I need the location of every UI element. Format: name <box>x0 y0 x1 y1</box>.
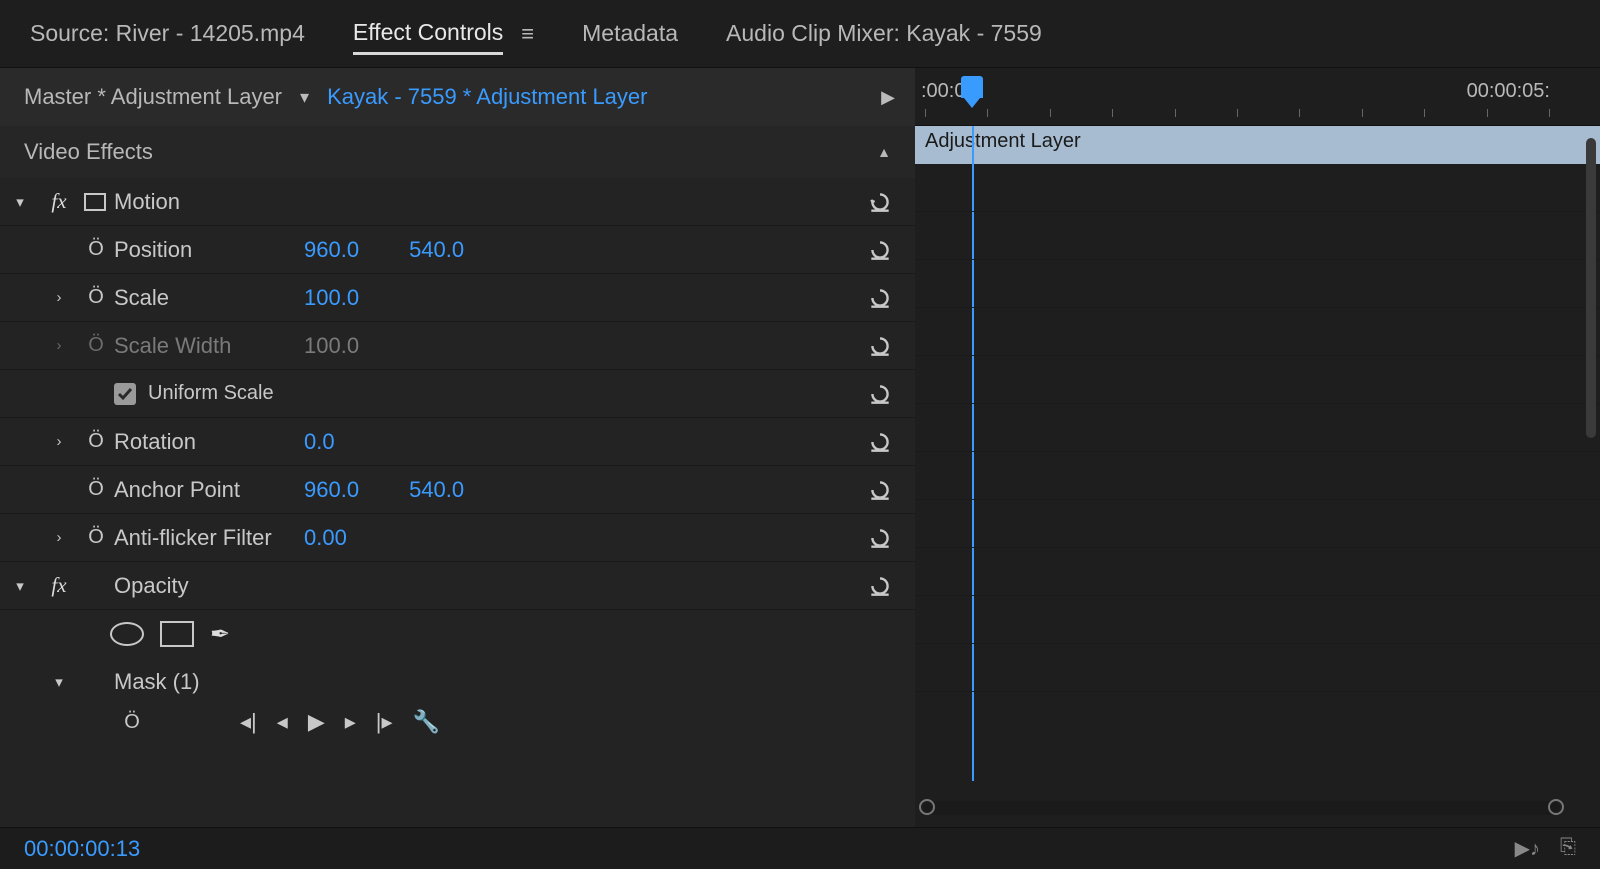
tab-audio-clip-mixer[interactable]: Audio Clip Mixer: Kayak - 7559 <box>726 14 1042 53</box>
chevron-right-icon[interactable]: › <box>57 529 62 546</box>
stopwatch-icon[interactable]: Ö <box>124 711 140 734</box>
ellipse-mask-button[interactable] <box>110 622 144 646</box>
reset-button[interactable] <box>855 573 905 599</box>
chevron-down-icon[interactable]: ▾ <box>16 193 24 211</box>
scale-value[interactable]: 100.0 <box>304 285 359 311</box>
playhead[interactable] <box>961 76 983 98</box>
anchor-y-value[interactable]: 540.0 <box>409 477 464 503</box>
breadcrumb-master[interactable]: Master * Adjustment Layer <box>0 84 282 110</box>
mask-path-row: Ö ◂| ◂ ▶ ▸ |▸ 🔧 <box>0 706 915 738</box>
stopwatch-icon[interactable]: Ö <box>88 238 104 261</box>
ruler-ticks <box>925 109 1550 119</box>
video-effects-header[interactable]: Video Effects ▲ <box>0 126 915 178</box>
pen-mask-button[interactable]: ✒ <box>210 620 230 649</box>
tab-metadata[interactable]: Metadata <box>582 14 678 53</box>
video-effects-label: Video Effects <box>24 139 153 165</box>
chevron-right-icon[interactable]: › <box>57 289 62 306</box>
prev-keyframe-icon[interactable]: ◂| <box>240 709 257 735</box>
property-rotation: › Ö Rotation 0.0 <box>0 418 915 466</box>
mask-shape-tools: ✒ <box>0 610 915 658</box>
ruler-end-time: 00:00:05: <box>1467 80 1550 103</box>
effect-opacity[interactable]: ▾ fx Opacity <box>0 562 915 610</box>
reset-button[interactable] <box>855 333 905 359</box>
play-icon[interactable]: ▶ <box>881 87 915 108</box>
wrench-icon[interactable]: 🔧 <box>413 709 440 735</box>
scale-label: Scale <box>114 285 304 311</box>
panel-footer: 00:00:00:13 ▶♪ ⎘ <box>0 827 1600 869</box>
reset-button[interactable] <box>855 189 905 215</box>
rotation-label: Rotation <box>114 429 304 455</box>
toggle-timeline-icon[interactable]: ▶♪ <box>1515 836 1540 861</box>
anchor-point-label: Anchor Point <box>114 477 304 503</box>
property-scale: › Ö Scale 100.0 <box>0 274 915 322</box>
chevron-right-icon[interactable]: › <box>57 433 62 450</box>
position-y-value[interactable]: 540.0 <box>409 237 464 263</box>
effect-motion[interactable]: ▾ fx Motion <box>0 178 915 226</box>
uniform-scale-checkbox[interactable] <box>114 383 136 405</box>
current-timecode[interactable]: 00:00:00:13 <box>24 836 140 862</box>
stopwatch-icon[interactable]: Ö <box>88 478 104 501</box>
horizontal-scrollbar[interactable] <box>923 801 1560 815</box>
tab-source[interactable]: Source: River - 14205.mp4 <box>30 14 305 53</box>
property-uniform-scale: Uniform Scale <box>0 370 915 418</box>
property-position: Ö Position 960.0 540.0 <box>0 226 915 274</box>
fx-badge[interactable]: fx <box>51 573 66 598</box>
scroll-handle-right[interactable] <box>1548 799 1564 815</box>
tab-effect-controls[interactable]: Effect Controls <box>353 13 503 55</box>
property-anchor-point: Ö Anchor Point 960.0 540.0 <box>0 466 915 514</box>
export-icon[interactable]: ⎘ <box>1560 836 1576 861</box>
chevron-down-icon[interactable]: ▾ <box>55 673 63 691</box>
scroll-handle-left[interactable] <box>919 799 935 815</box>
timeline-area: :00:00 00:00:05: Adjustment Layer <box>915 68 1600 827</box>
anti-flicker-value[interactable]: 0.00 <box>304 525 347 551</box>
scale-width-value: 100.0 <box>304 333 359 359</box>
clip-breadcrumb: Master * Adjustment Layer ▾ Kayak - 7559… <box>0 68 915 126</box>
chevron-down-icon[interactable]: ▾ <box>16 577 24 595</box>
stopwatch-icon[interactable]: Ö <box>88 430 104 453</box>
mask-group[interactable]: ▾ Mask (1) <box>0 658 915 706</box>
time-ruler[interactable]: :00:00 00:00:05: <box>915 68 1600 126</box>
motion-label: Motion <box>114 189 304 215</box>
reset-button[interactable] <box>855 525 905 551</box>
next-keyframe-icon[interactable]: |▸ <box>376 709 393 735</box>
timeline-clip[interactable]: Adjustment Layer <box>915 126 1600 164</box>
rectangle-mask-button[interactable] <box>160 621 194 647</box>
opacity-label: Opacity <box>114 573 304 599</box>
rotation-value[interactable]: 0.0 <box>304 429 335 455</box>
reset-button[interactable] <box>855 477 905 503</box>
reset-button[interactable] <box>855 429 905 455</box>
fx-badge[interactable]: fx <box>51 189 66 214</box>
breadcrumb-dropdown-icon[interactable]: ▾ <box>282 87 327 108</box>
panel-tabs: Source: River - 14205.mp4 Effect Control… <box>0 0 1600 68</box>
scale-width-label: Scale Width <box>114 333 304 359</box>
stopwatch-icon[interactable]: Ö <box>88 286 104 309</box>
reset-button[interactable] <box>855 285 905 311</box>
position-label: Position <box>114 237 304 263</box>
stopwatch-icon: Ö <box>88 334 104 357</box>
mask-label: Mask (1) <box>114 669 304 695</box>
chevron-right-icon[interactable]: › <box>57 337 62 354</box>
reset-button[interactable] <box>855 381 905 407</box>
position-x-value[interactable]: 960.0 <box>304 237 359 263</box>
transform-box-icon[interactable] <box>78 193 114 211</box>
property-scale-width: › Ö Scale Width 100.0 <box>0 322 915 370</box>
anti-flicker-label: Anti-flicker Filter <box>114 525 304 551</box>
anchor-x-value[interactable]: 960.0 <box>304 477 359 503</box>
next-frame-icon[interactable]: ▸ <box>345 709 356 735</box>
stopwatch-icon[interactable]: Ö <box>88 526 104 549</box>
collapse-icon[interactable]: ▲ <box>877 144 891 160</box>
play-icon[interactable]: ▶ <box>308 709 325 735</box>
breadcrumb-clip[interactable]: Kayak - 7559 * Adjustment Layer <box>327 84 881 110</box>
uniform-scale-label: Uniform Scale <box>148 382 274 405</box>
property-anti-flicker: › Ö Anti-flicker Filter 0.00 <box>0 514 915 562</box>
panel-menu-icon[interactable]: ≡ <box>521 21 534 47</box>
effect-controls-panel: Master * Adjustment Layer ▾ Kayak - 7559… <box>0 68 915 827</box>
prev-frame-icon[interactable]: ◂ <box>277 709 288 735</box>
reset-button[interactable] <box>855 237 905 263</box>
vertical-scrollbar[interactable] <box>1586 138 1596 438</box>
